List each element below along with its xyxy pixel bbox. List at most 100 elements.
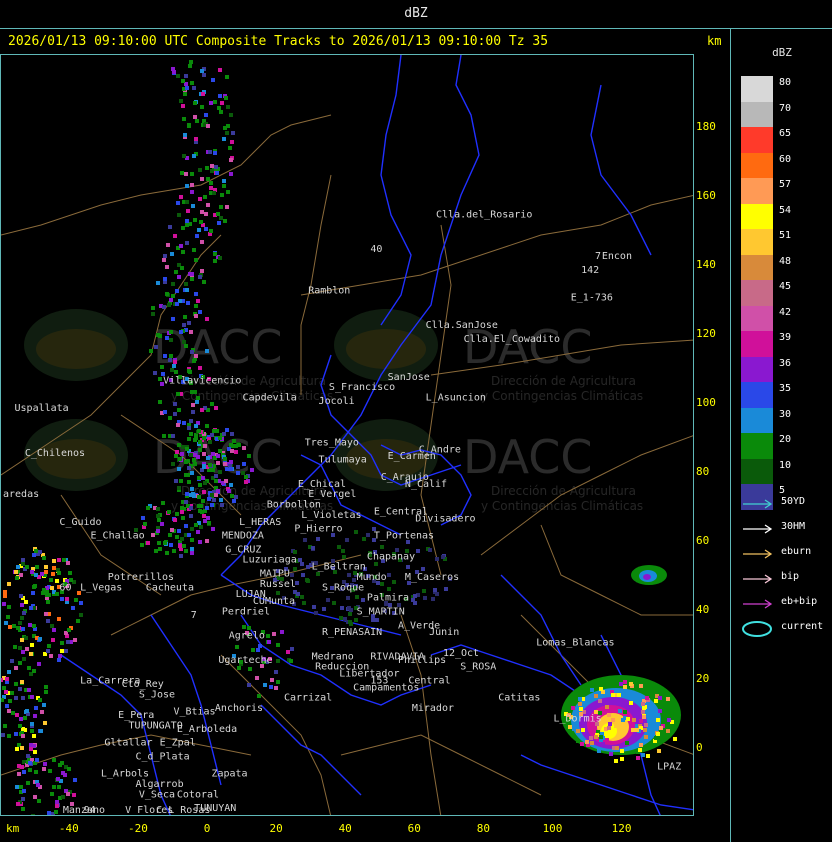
place-label: L_Dormis (554, 713, 602, 724)
legend-value: 36 (779, 357, 792, 369)
place-label: V_Btias (173, 707, 215, 718)
place-label: Clla.del_Rosario (436, 210, 532, 221)
place-label: V_Seca (139, 789, 175, 800)
place-label: LPAZ (657, 762, 681, 773)
place-label: 153 (370, 675, 388, 686)
place-label: aredas (3, 489, 39, 500)
place-label: Tulumaya (319, 455, 367, 466)
place-label: 60 (59, 582, 71, 593)
place-label: Chapanay (367, 551, 415, 562)
legend-swatch (741, 433, 773, 459)
watermark-line2: y Contingencias Climáticas (481, 499, 643, 513)
y-tick-label: 180 (696, 120, 716, 133)
legend-swatch (741, 203, 773, 230)
place-label: Cacheuta (146, 582, 194, 593)
window-title: dBZ (404, 6, 428, 21)
place-label: Algarrob (135, 779, 183, 790)
radar-echo-cluster (171, 60, 229, 96)
y-tick-label: 20 (696, 672, 710, 685)
legend-swatch (741, 407, 773, 434)
legend-swatch (741, 178, 773, 204)
legend-value: 54 (779, 204, 792, 216)
legend-swatch (741, 254, 773, 281)
place-label: T_Portenas (374, 531, 434, 542)
track-legend-label: 50YD (781, 496, 806, 507)
place-label: Uspallata (15, 403, 69, 414)
storm-cell-small (631, 565, 667, 585)
legend-value: 45 (779, 281, 792, 292)
legend-value: 70 (779, 102, 792, 114)
track-arrow-icon (743, 524, 773, 534)
radar-echo-cluster (162, 240, 222, 276)
x-tick-label: 40 (338, 822, 352, 835)
place-label: SanJose (388, 372, 430, 383)
place-label: Russel (260, 579, 296, 590)
place-label: L_Violetas (301, 510, 361, 521)
place-label: 7 (191, 610, 197, 621)
watermark-line2: y Contingencias Climáticas (481, 389, 643, 403)
x-tick-label: 100 (542, 822, 563, 835)
x-tick-label: 0 (203, 822, 211, 835)
y-tick-label: 140 (696, 258, 716, 271)
track-legend-item: 50YD (731, 494, 832, 514)
radar-map[interactable]: DACC Dirección de Agricultura y Contingenc… (0, 54, 694, 816)
place-label: C_Guido (59, 517, 101, 528)
place-label: Phillips (398, 655, 446, 666)
y-tick-label: 60 (696, 534, 710, 547)
legend-swatch (741, 76, 773, 102)
y-tick-label: 0 (696, 741, 703, 754)
track-legend-label: 30HM (781, 521, 806, 532)
legend-value: 20 (779, 434, 792, 445)
place-label: Mundo (357, 572, 387, 583)
legend-swatch (741, 229, 773, 255)
place-label: S_Francisco (329, 382, 395, 393)
place-label: Medrano (312, 651, 354, 662)
dacc-watermark-logo: DACCDirección de Agriculturay Contingenc… (24, 309, 333, 403)
radar-map-canvas[interactable]: DACCDirección de Agriculturay Contingenc… (1, 55, 694, 816)
watermark-line1: Dirección de Agricultura (491, 484, 636, 498)
radar-echo-cluster (176, 177, 230, 213)
place-label: E_Pera (118, 710, 154, 721)
place-label: Clla.SanJose (426, 320, 498, 331)
track-legend-item: bip (731, 569, 832, 589)
place-label: MAIPU (260, 569, 290, 580)
legend-value: 35 (779, 383, 792, 394)
place-label: Tres_Mayo (305, 437, 359, 448)
x-tick-label: -40 (58, 822, 79, 835)
place-label: Zapata (211, 769, 247, 780)
track-legend-label: eburn (781, 546, 812, 557)
place-label: L_Vegas (80, 582, 122, 593)
place-label: Perdriel (222, 606, 270, 617)
track-arrow-icon (743, 574, 773, 584)
place-label: Anchoris (215, 703, 263, 714)
place-label: Agrelo (229, 631, 265, 642)
radar-echo-cluster (156, 270, 206, 303)
legend-value: 42 (779, 306, 792, 318)
radar-echo-cluster (1, 646, 48, 764)
place-label: L_Beltran (312, 562, 366, 573)
legend-swatch (741, 101, 773, 128)
place-label: S_Roque (322, 582, 364, 593)
track-legend-item: eb+bip (731, 594, 832, 614)
place-label: CUMunta (253, 596, 295, 607)
place-label: E_Arboleda (177, 724, 237, 735)
km-label-top: km (707, 34, 722, 48)
watermark-brand: DACC (463, 430, 593, 484)
place-label: N_Calif (405, 479, 447, 490)
title-bar: dBZ (0, 0, 832, 29)
y-tick-label: 40 (696, 603, 710, 616)
place-label: Cotoral (177, 789, 219, 800)
place-label: Borbollon (267, 500, 321, 511)
place-label: E_Chical (298, 479, 346, 490)
legend-value: 10 (779, 459, 792, 471)
legend-value: 48 (779, 255, 792, 267)
place-label: 94 (84, 805, 96, 816)
legend-title: dBZ (772, 46, 792, 59)
track-legend-item: 30HM (731, 519, 832, 539)
track-arrow-icon (743, 499, 773, 509)
legend-value: 60 (779, 153, 792, 165)
place-label: E_1-736 (571, 293, 613, 304)
track-legend-label: eb+bip (781, 596, 818, 607)
place-label: E_Vergel (308, 489, 356, 500)
legend-swatch (741, 331, 773, 357)
